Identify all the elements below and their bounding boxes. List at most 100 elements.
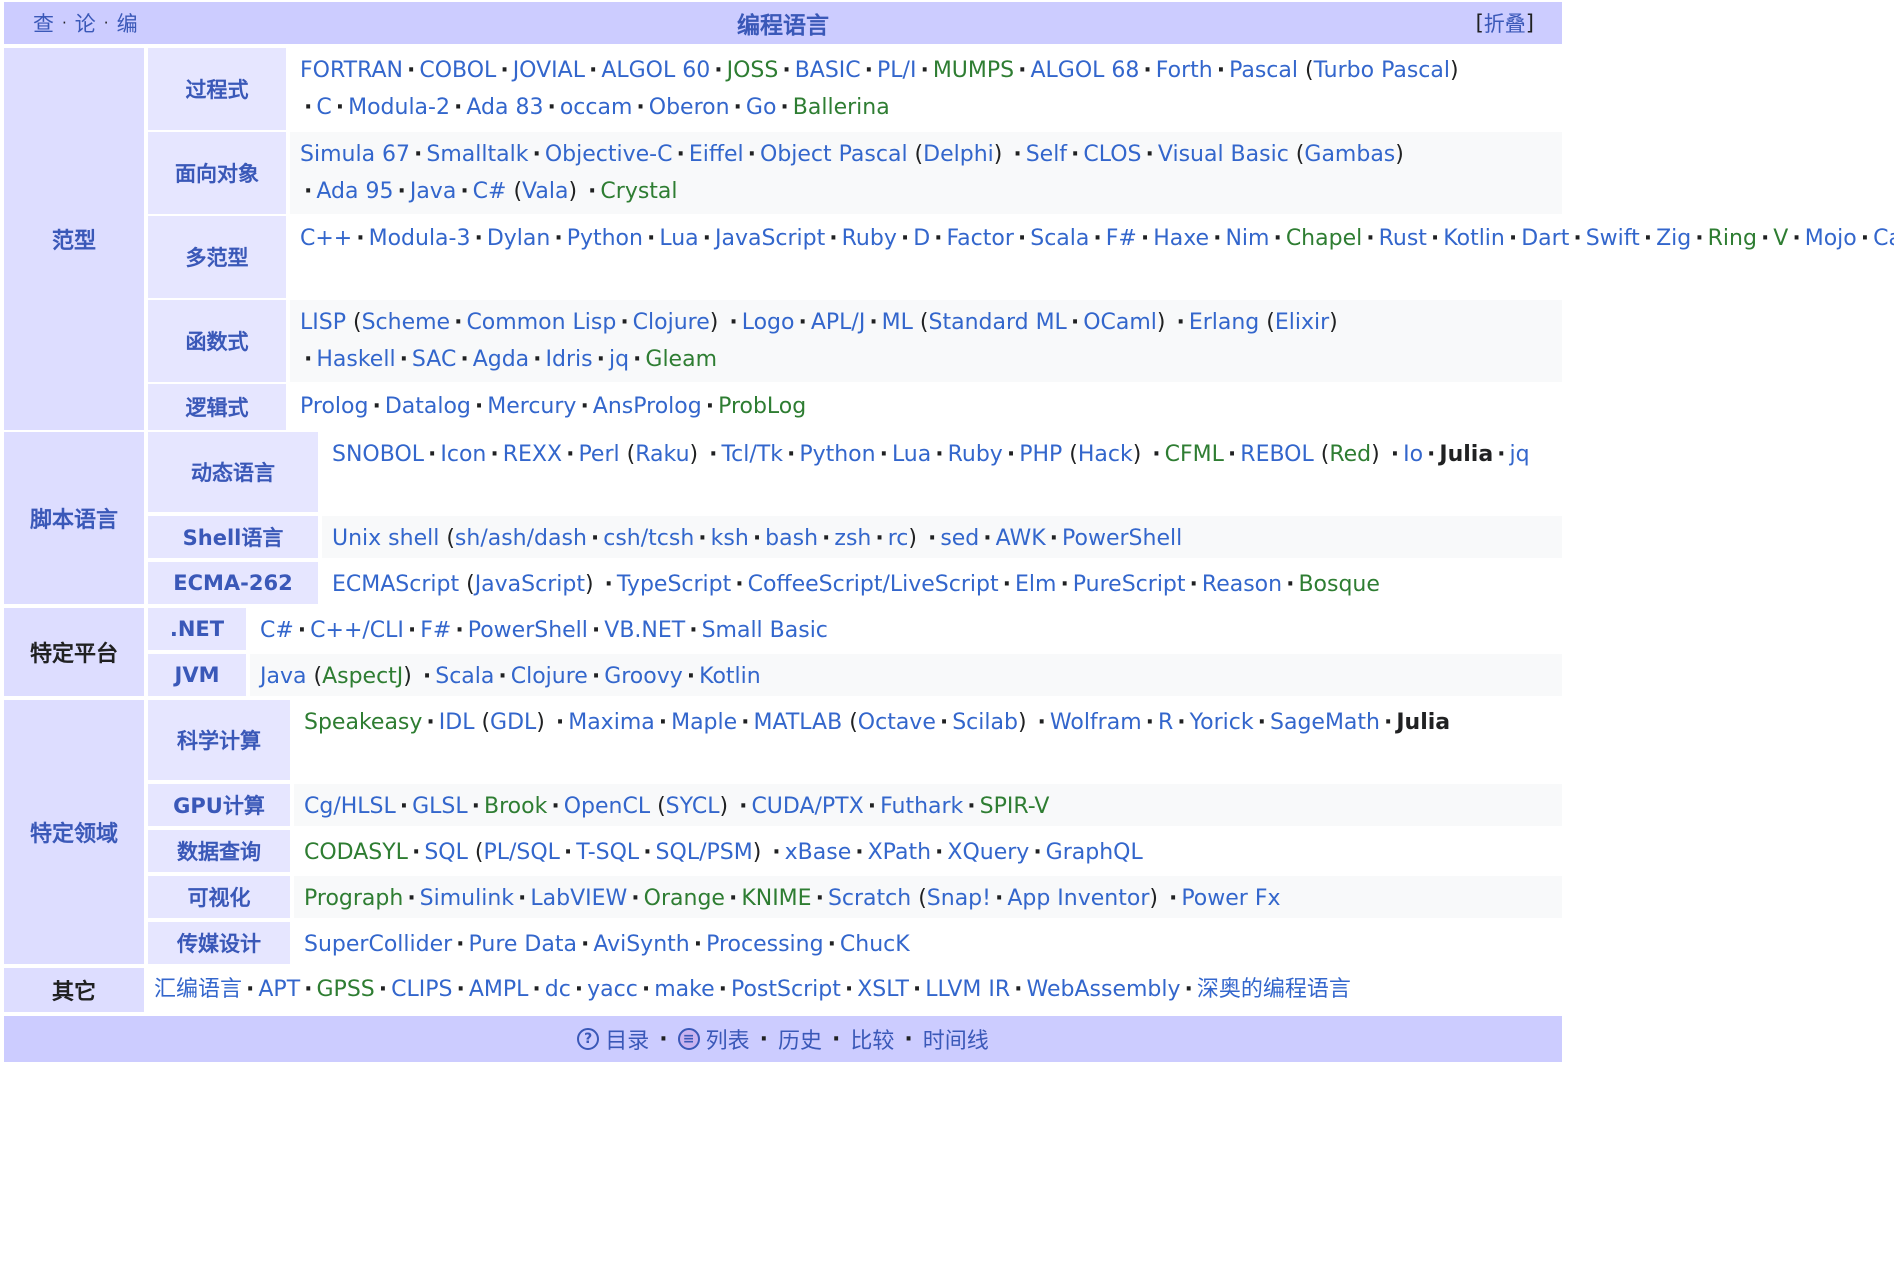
language-link[interactable]: AspectJ [322,664,403,689]
row-heading[interactable]: Shell语言 [148,516,318,558]
language-link[interactable]: Vala [522,179,568,204]
language-link[interactable]: JavaScript [715,226,825,251]
language-link[interactable]: Groovy [604,664,683,689]
language-link[interactable]: dc [545,977,571,1002]
language-link[interactable]: Red [1329,442,1371,467]
language-link[interactable]: LLVM IR [925,977,1010,1002]
language-link[interactable]: 汇编语言 [154,977,242,1002]
language-link[interactable]: SuperCollider [304,932,452,957]
language-link[interactable]: Scala [1030,226,1089,251]
language-link[interactable]: Gleam [645,347,717,372]
language-link[interactable]: R [1158,710,1173,735]
row-heading[interactable]: .NET [148,608,246,650]
language-link[interactable]: GLSL [412,794,468,819]
language-link[interactable]: Yorick [1190,710,1254,735]
language-link[interactable]: C++ [300,226,352,251]
language-link[interactable]: PL/I [877,58,916,83]
language-link[interactable]: Oberon [649,95,730,120]
language-link[interactable]: Carbon [1873,226,1894,251]
language-link[interactable]: PHP [1019,442,1062,467]
language-link[interactable]: MUMPS [933,58,1014,83]
language-link[interactable]: APL/J [811,310,865,335]
language-link[interactable]: PowerShell [468,618,588,643]
language-link[interactable]: Java [410,179,456,204]
view-link[interactable]: 查 [33,8,54,38]
language-link[interactable]: Scratch [828,886,911,911]
language-link[interactable]: Haxe [1153,226,1209,251]
language-link[interactable]: Pascal [1229,58,1298,83]
language-link[interactable]: C# [260,618,294,643]
language-link[interactable]: OpenCL [564,794,650,819]
language-link[interactable]: XQuery [947,840,1029,865]
row-heading[interactable]: 函数式 [148,300,286,382]
language-link[interactable]: Maxima [568,710,655,735]
language-link[interactable]: Haskell [316,347,395,372]
language-link[interactable]: SPIR-V [980,794,1050,819]
language-link[interactable]: V [1773,226,1788,251]
language-link[interactable]: Lua [659,226,698,251]
language-link[interactable]: Futhark [880,794,963,819]
language-link[interactable]: FORTRAN [300,58,403,83]
row-heading[interactable]: 数据查询 [148,830,290,872]
language-link[interactable]: Unix shell [332,526,439,551]
language-link[interactable]: Lua [892,442,931,467]
language-link[interactable]: IDL [439,710,475,735]
language-link[interactable]: Smalltalk [426,142,528,167]
language-link[interactable]: REXX [503,442,562,467]
language-link[interactable]: PostScript [731,977,841,1002]
language-link[interactable]: Elm [1015,572,1056,597]
language-link[interactable]: LabVIEW [530,886,627,911]
language-link[interactable]: XSLT [857,977,909,1002]
language-link[interactable]: Scheme [362,310,451,335]
language-link[interactable]: Gambas [1304,142,1395,167]
language-link[interactable]: XPath [868,840,931,865]
language-link[interactable]: AWK [996,526,1046,551]
collapse-button[interactable]: 折叠 [1484,8,1526,38]
language-link[interactable]: Python [567,226,643,251]
language-link[interactable]: Elixir [1275,310,1329,335]
language-link[interactable]: SNOBOL [332,442,424,467]
language-link[interactable]: Rust [1379,226,1427,251]
language-link[interactable]: T-SQL [576,840,639,865]
language-link[interactable]: Ada 95 [316,179,393,204]
language-link[interactable]: SAC [412,347,456,372]
language-link[interactable]: Orange [644,886,725,911]
language-link[interactable]: Speakeasy [304,710,422,735]
language-link[interactable]: Python [799,442,875,467]
group-heading[interactable]: 特定领域 [4,700,144,964]
language-link[interactable]: ECMAScript [332,572,459,597]
language-link[interactable]: Small Basic [702,618,828,643]
language-link[interactable]: LISP [300,310,346,335]
language-link[interactable]: Datalog [385,394,471,419]
language-link[interactable]: Icon [440,442,486,467]
language-link[interactable]: Logo [742,310,795,335]
language-link[interactable]: Eiffel [689,142,744,167]
language-link[interactable]: Ruby [842,226,897,251]
language-link[interactable]: D [913,226,930,251]
language-link[interactable]: CLOS [1083,142,1141,167]
language-link[interactable]: Julia [1439,442,1493,467]
group-heading[interactable]: 脚本语言 [4,432,144,604]
language-link[interactable]: MATLAB [754,710,843,735]
language-link[interactable]: Turbo Pascal [1314,58,1450,83]
language-link[interactable]: Hack [1078,442,1133,467]
language-link[interactable]: TypeScript [617,572,731,597]
language-link[interactable]: APT [258,977,300,1002]
row-heading[interactable]: 动态语言 [148,432,318,512]
language-link[interactable]: JOVIAL [513,58,585,83]
language-link[interactable]: yacc [587,977,638,1002]
row-heading[interactable]: 科学计算 [148,700,290,780]
language-link[interactable]: Raku [635,442,689,467]
row-heading[interactable]: ECMA-262 [148,562,318,604]
language-link[interactable]: Maple [671,710,737,735]
language-link[interactable]: Mercury [487,394,576,419]
language-link[interactable]: zsh [834,526,871,551]
language-link[interactable]: C# [473,179,507,204]
language-link[interactable]: Zig [1656,226,1691,251]
language-link[interactable]: AviSynth [593,932,689,957]
language-link[interactable]: GPSS [317,977,375,1002]
language-link[interactable]: Prograph [304,886,403,911]
language-link[interactable]: Chapel [1286,226,1362,251]
language-link[interactable]: F# [420,618,451,643]
language-link[interactable]: Modula-2 [348,95,450,120]
